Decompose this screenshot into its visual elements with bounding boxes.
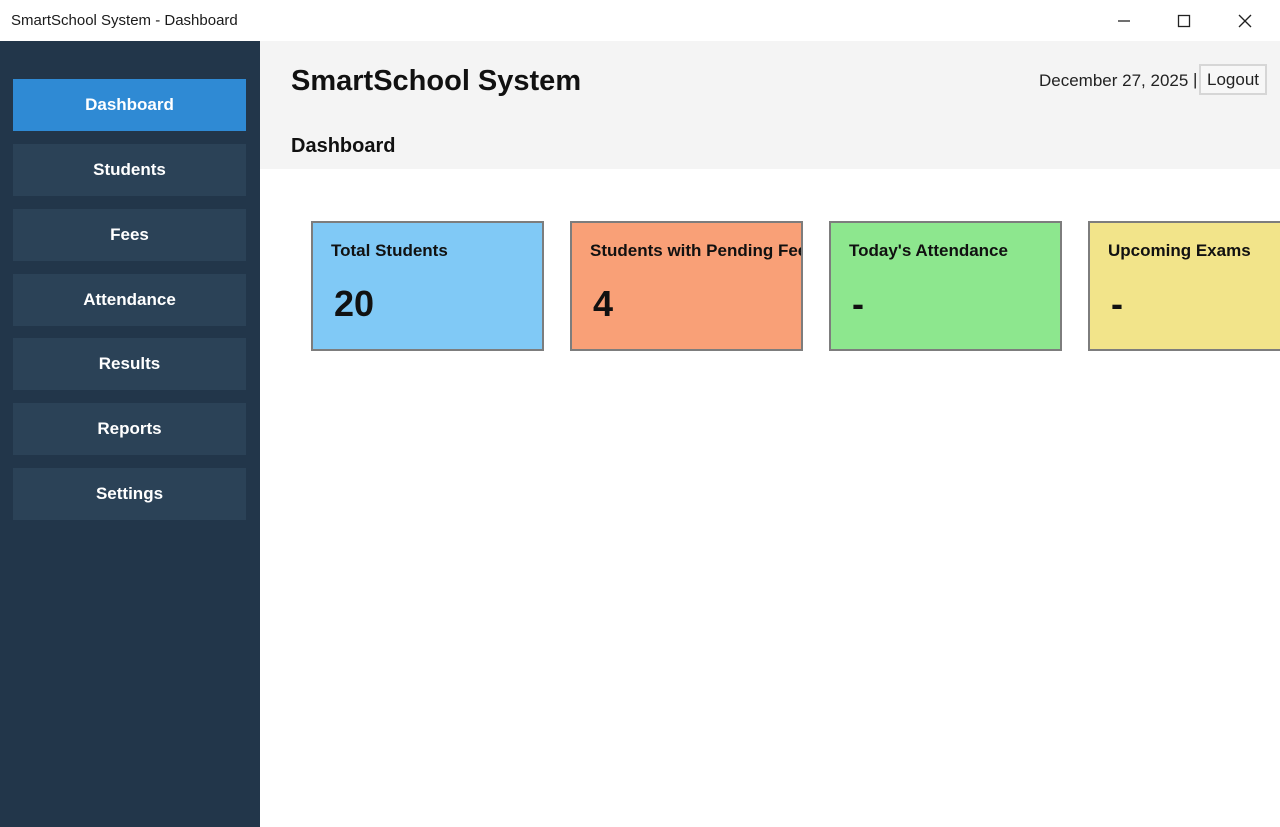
- maximize-button[interactable]: [1153, 0, 1215, 41]
- sidebar-item-fees[interactable]: Fees: [13, 209, 246, 261]
- minimize-icon: [1118, 19, 1130, 22]
- card-label: Total Students: [331, 241, 448, 260]
- card-value: 4: [593, 283, 614, 324]
- card-value: -: [1111, 283, 1123, 324]
- card-value: 20: [334, 283, 375, 324]
- card-label: Upcoming Exams: [1108, 241, 1251, 260]
- stat-card-pending-fees: Students with Pending Fees 4: [570, 221, 803, 351]
- card-label: Today's Attendance: [849, 241, 1008, 260]
- card-label: Students with Pending Fees: [590, 241, 803, 260]
- sidebar-item-attendance[interactable]: Attendance: [13, 274, 246, 326]
- current-date: December 27, 2025: [1039, 71, 1189, 90]
- sidebar-item-results[interactable]: Results: [13, 338, 246, 390]
- minimize-button[interactable]: [1093, 0, 1155, 41]
- sidebar-item-settings[interactable]: Settings: [13, 468, 246, 520]
- page-title: Dashboard: [291, 135, 396, 157]
- stat-card-upcoming-exams: Upcoming Exams -: [1088, 221, 1280, 351]
- stat-card-todays-attendance: Today's Attendance -: [829, 221, 1062, 351]
- sidebar-item-dashboard[interactable]: Dashboard: [13, 79, 246, 131]
- header-separator: |: [1193, 70, 1198, 89]
- title-bar: SmartSchool System - Dashboard: [0, 0, 1280, 42]
- card-value: -: [852, 283, 864, 324]
- sidebar-item-reports[interactable]: Reports: [13, 403, 246, 455]
- sidebar: Dashboard Students Fees Attendance Resul…: [0, 41, 260, 827]
- app-title: SmartSchool System: [291, 65, 582, 97]
- close-icon: [1238, 14, 1252, 27]
- close-button[interactable]: [1214, 0, 1276, 41]
- logout-button[interactable]: Logout: [1199, 64, 1267, 95]
- window-title: SmartSchool System - Dashboard: [11, 12, 238, 29]
- stat-card-total-students: Total Students 20: [311, 221, 544, 351]
- app-window: SmartSchool System - Dashboard Dashboard…: [0, 0, 1280, 827]
- header: SmartSchool System Dashboard December 27…: [260, 41, 1280, 169]
- maximize-icon: [1177, 14, 1191, 27]
- sidebar-item-students[interactable]: Students: [13, 144, 246, 196]
